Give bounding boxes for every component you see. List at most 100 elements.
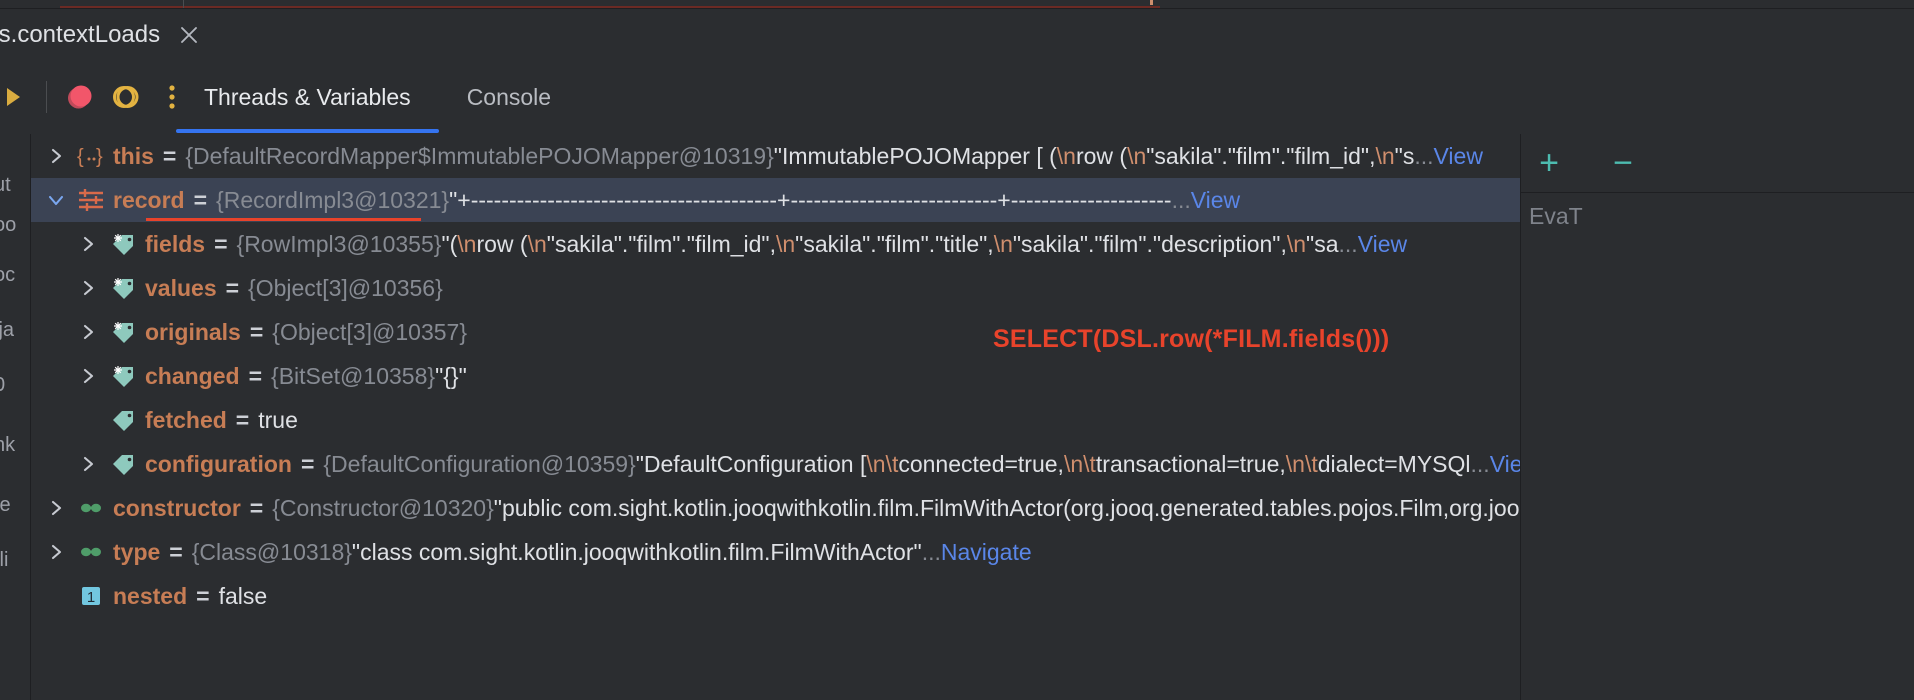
variable-row[interactable]: type = {Class@10318} "class com.sight.kotl… xyxy=(31,530,1520,574)
debugger-toolbar: Threads & Variables Console xyxy=(0,61,1914,194)
variable-value: transactional=true, xyxy=(1095,450,1286,477)
variable-row-text: configuration = {DefaultConfiguration@1035… xyxy=(145,450,1520,478)
variable-row[interactable]: changed = {BitSet@10358} "{}" xyxy=(31,354,1520,398)
variable-row[interactable]: 1 nested = false xyxy=(31,574,1520,618)
chevron-right-icon[interactable] xyxy=(39,146,73,166)
run-tab[interactable]: ts.contextLoads xyxy=(0,9,214,61)
variable-name: this xyxy=(113,142,154,169)
equals-sign: = xyxy=(169,538,183,565)
object-braces-icon: {} xyxy=(73,143,109,169)
equals-sign: = xyxy=(162,142,177,169)
equals-sign: = xyxy=(225,274,240,301)
field-tag-icon xyxy=(105,407,141,433)
escape-sequence: \n xyxy=(1375,142,1395,169)
variable-value: "( xyxy=(441,230,458,257)
remove-watch-button[interactable]: − xyxy=(1603,143,1643,183)
variable-reference: {Class@10318} xyxy=(191,538,352,565)
variable-value: row ( xyxy=(1075,142,1128,169)
variable-row[interactable]: fetched = true xyxy=(31,398,1520,442)
left-rail-fragment: oo xyxy=(0,214,17,236)
escape-sequence: \n xyxy=(775,230,796,257)
evaluate-panel-body[interactable]: EvaT xyxy=(1521,193,1914,700)
variable-reference: {Object[3]@10356} xyxy=(248,274,443,301)
variable-row-text: changed = {BitSet@10358} "{}" xyxy=(145,363,467,390)
variable-name: changed xyxy=(145,362,240,389)
variable-reference: {Constructor@10320} xyxy=(272,494,494,521)
escape-sequence: \n\t xyxy=(1285,450,1318,477)
field-tag-snowflake-icon xyxy=(105,363,141,389)
field-tag-snowflake-icon xyxy=(105,319,141,345)
chevron-right-icon[interactable] xyxy=(71,322,105,342)
left-rail-fragment: 0 xyxy=(0,374,5,397)
static-field-icon xyxy=(73,539,109,565)
variable-name: constructor xyxy=(113,494,241,521)
variable-value: "{}" xyxy=(435,362,467,389)
chevron-right-icon[interactable] xyxy=(71,278,105,298)
variable-row[interactable]: constructor = {Constructor@10320} "public … xyxy=(31,486,1520,530)
equals-sign: = xyxy=(193,186,208,213)
variable-row[interactable]: values = {Object[3]@10356} xyxy=(31,266,1520,310)
tab-console[interactable]: Console xyxy=(439,61,579,133)
evaluate-panel-toolbar: + − xyxy=(1521,134,1914,192)
variable-value: row ( xyxy=(476,230,528,257)
view-link[interactable]: View xyxy=(1191,187,1240,214)
static-field-icon xyxy=(73,495,109,521)
variable-row-text: fields = {RowImpl3@10355} "(\n row (\n "sa… xyxy=(145,231,1407,258)
value-ellipsis: ... xyxy=(921,538,941,565)
view-link[interactable]: View xyxy=(1358,231,1407,258)
window-top-strip xyxy=(0,0,1914,9)
variables-tree[interactable]: {} this = {DefaultRecordMapper$ImmutablePOJ… xyxy=(31,134,1521,700)
stop-icon[interactable] xyxy=(57,74,103,120)
variable-row[interactable]: fields = {RowImpl3@10355} "(\n row (\n "sa… xyxy=(31,222,1520,266)
left-rail-fragment: oc xyxy=(0,264,16,286)
equals-sign: = xyxy=(300,450,315,477)
left-rail-fragment: ut xyxy=(0,174,11,196)
equals-sign: = xyxy=(248,362,263,389)
variable-value: "sakila"."film"."description", xyxy=(1012,230,1287,257)
chevron-down-icon[interactable] xyxy=(39,190,73,210)
variable-row[interactable]: {} this = {DefaultRecordMapper$ImmutablePOJ… xyxy=(31,134,1520,178)
left-rail-fragment: tli xyxy=(0,549,9,571)
variable-reference: {BitSet@10358} xyxy=(271,362,436,389)
chevron-right-icon[interactable] xyxy=(39,542,73,562)
chevron-right-icon[interactable] xyxy=(71,366,105,386)
variable-row-text: constructor = {Constructor@10320} "public … xyxy=(113,494,1520,522)
variable-value: "ImmutablePOJOMapper [ ( xyxy=(773,142,1057,169)
variable-row[interactable]: record = {RecordImpl3@10321} "+-----------… xyxy=(31,178,1520,222)
chevron-right-icon[interactable] xyxy=(71,454,105,474)
suspend-icon[interactable] xyxy=(103,74,149,120)
debugger-window: ts.contextLoads Threads & Variables Cons… xyxy=(0,0,1914,700)
chevron-right-icon[interactable] xyxy=(71,234,105,254)
evaluate-panel: + − EvaT xyxy=(1521,134,1914,700)
variable-name: type xyxy=(113,538,161,565)
view-link[interactable]: View xyxy=(1490,451,1520,478)
boolean-field-icon: 1 xyxy=(73,583,109,609)
add-watch-button[interactable]: + xyxy=(1529,143,1569,183)
variable-row-text: this = {DefaultRecordMapper$ImmutablePOJOM… xyxy=(113,143,1483,170)
rerun-icon[interactable] xyxy=(0,74,36,120)
tab-threads-and-variables[interactable]: Threads & Variables xyxy=(176,61,439,133)
left-rail: ut oo oc ija 0 nk te tli xyxy=(0,134,31,700)
svg-text:}: } xyxy=(96,146,103,168)
equals-sign: = xyxy=(196,582,210,609)
variable-reference: {RowImpl3@10355} xyxy=(236,230,442,257)
variable-name: fetched xyxy=(145,406,227,433)
escape-sequence: \n xyxy=(1127,142,1147,169)
variable-reference: {DefaultConfiguration@10359} xyxy=(323,450,636,477)
close-icon[interactable] xyxy=(178,24,200,46)
run-tab-label: ts.contextLoads xyxy=(0,21,161,48)
variable-row-text: values = {Object[3]@10356} xyxy=(145,275,443,302)
variable-reference: {RecordImpl3@10321} xyxy=(216,186,450,213)
escape-sequence: \n xyxy=(457,230,477,257)
navigate-link[interactable]: Navigate xyxy=(941,539,1032,566)
variable-name: values xyxy=(145,274,217,301)
chevron-right-icon[interactable] xyxy=(39,498,73,518)
variable-name: record xyxy=(113,186,185,213)
variable-reference: {Object[3]@10357} xyxy=(272,318,468,345)
variable-reference: {DefaultRecordMapper$ImmutablePOJOMapper… xyxy=(185,142,774,169)
variable-value: "DefaultConfiguration [ xyxy=(635,450,867,477)
escape-sequence: \n xyxy=(993,230,1013,257)
variable-row[interactable]: configuration = {DefaultConfiguration@1035… xyxy=(31,442,1520,486)
equals-sign: = xyxy=(249,318,264,345)
view-link[interactable]: View xyxy=(1434,143,1483,170)
